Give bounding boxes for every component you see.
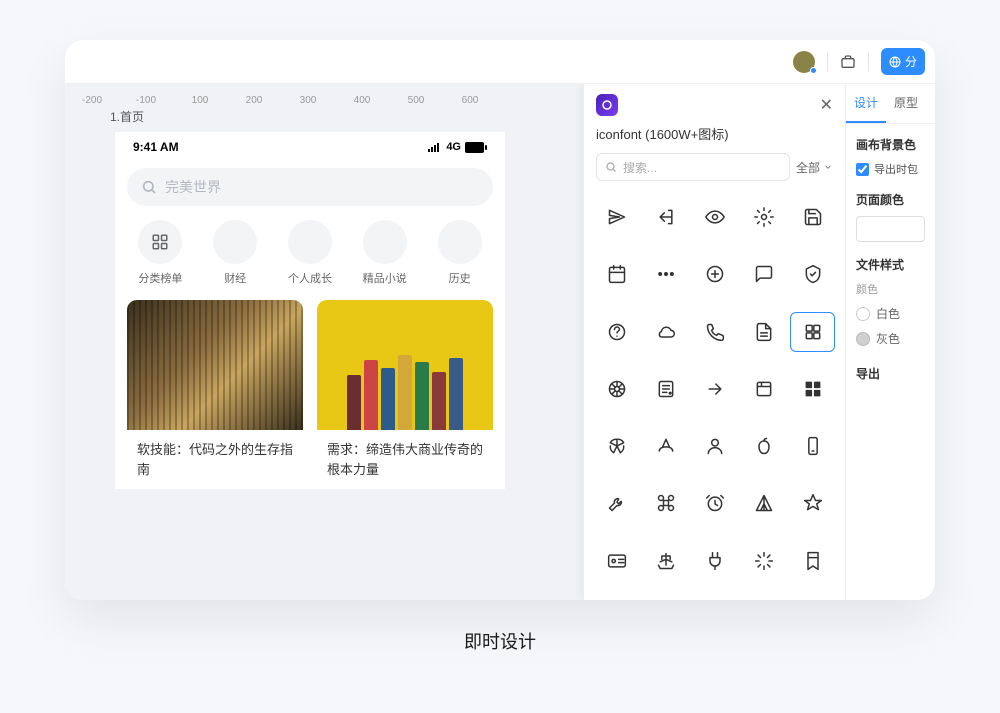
app-window: 分 -200 -100 100 200 300 400 500 600 1.首页… <box>65 40 935 600</box>
exit-icon[interactable] <box>643 197 688 237</box>
save-icon[interactable] <box>790 197 835 237</box>
plus-circle-icon[interactable] <box>692 254 737 294</box>
tab-prototype[interactable]: 原型 <box>886 84 926 123</box>
star-icon[interactable] <box>790 483 835 523</box>
canvas[interactable]: -200 -100 100 200 300 400 500 600 1.首页 9… <box>65 84 845 600</box>
ship-icon[interactable] <box>643 541 688 581</box>
more-icon[interactable] <box>643 254 688 294</box>
book-card[interactable]: 需求：缔造伟大商业传奇的根本力量 <box>317 300 493 489</box>
loading-icon[interactable] <box>741 541 786 581</box>
battery-icon <box>465 142 487 153</box>
briefcase-icon[interactable] <box>840 54 856 70</box>
drone-icon[interactable] <box>643 483 688 523</box>
footer-label: 即时设计 <box>464 628 536 654</box>
time-label: 9:41 AM <box>133 140 179 154</box>
box-icon[interactable] <box>741 369 786 409</box>
plugin-icon <box>596 94 618 116</box>
radio-grey[interactable]: 灰色 <box>856 330 925 347</box>
category-item[interactable]: 历史 <box>438 220 482 286</box>
tab-design[interactable]: 设计 <box>846 84 886 123</box>
share-label: 分 <box>905 53 917 70</box>
canvas-bg-title: 画布背景色 <box>856 136 925 153</box>
icon-search-input[interactable]: 搜索... <box>596 153 790 181</box>
color-label: 颜色 <box>856 281 925 297</box>
alarm-icon[interactable] <box>692 483 737 523</box>
cloud-icon[interactable] <box>643 312 688 352</box>
bookmark-icon[interactable] <box>790 541 835 581</box>
book-cover <box>317 300 493 430</box>
book-card[interactable]: 软技能：代码之外的生存指南 <box>127 300 303 489</box>
plug-icon[interactable] <box>692 541 737 581</box>
file-style-title: 文件样式 <box>856 256 925 273</box>
panel-title: iconfont (1600W+图标) <box>584 124 845 153</box>
iconfont-panel: ✕ iconfont (1600W+图标) 搜索... 全部 <box>583 84 845 600</box>
signal-icon <box>428 142 442 152</box>
workspace: -200 -100 100 200 300 400 500 600 1.首页 9… <box>65 84 935 600</box>
document-icon[interactable] <box>741 312 786 352</box>
status-right: 4G <box>428 141 487 153</box>
page-color-title: 页面颜色 <box>856 191 925 208</box>
wrench-icon[interactable] <box>594 483 639 523</box>
calendar-icon[interactable] <box>594 254 639 294</box>
arrow-right-icon[interactable] <box>692 369 737 409</box>
category-item[interactable]: 个人成长 <box>288 220 332 286</box>
search-icon <box>141 179 157 195</box>
chevron-down-icon <box>823 162 833 172</box>
inspector-body: 画布背景色 导出时包 页面颜色 文件样式 颜色 白色 灰色 导出 <box>846 124 935 402</box>
book-title: 需求：缔造伟大商业传奇的根本力量 <box>317 430 493 489</box>
id-card-icon[interactable] <box>594 541 639 581</box>
category-item[interactable]: 分类榜单 <box>138 220 182 286</box>
inspector-panel: 设计 原型 画布背景色 导出时包 页面颜色 文件样式 颜色 白色 灰色 导出 <box>845 84 935 600</box>
presence-dot <box>810 67 817 74</box>
category-row: 分类榜单 财经 个人成长 精品小说 历史 <box>115 220 505 300</box>
phone-mockup[interactable]: 9:41 AM 4G 完美世界 分类榜 <box>115 132 505 489</box>
eye-icon[interactable] <box>692 197 737 237</box>
apple-icon[interactable] <box>741 426 786 466</box>
gear-icon[interactable] <box>741 197 786 237</box>
category-item[interactable]: 财经 <box>213 220 257 286</box>
grid-solid-icon[interactable] <box>790 369 835 409</box>
filter-dropdown[interactable]: 全部 <box>796 159 833 176</box>
mobile-icon[interactable] <box>790 426 835 466</box>
book-cover <box>127 300 303 430</box>
hat-icon[interactable] <box>643 426 688 466</box>
book-title: 软技能：代码之外的生存指南 <box>127 430 303 489</box>
user-icon[interactable] <box>692 426 737 466</box>
export-title: 导出 <box>856 365 925 382</box>
divider <box>868 53 869 71</box>
tent-icon[interactable] <box>741 483 786 523</box>
panel-search-row: 搜索... 全部 <box>584 153 845 191</box>
network-label: 4G <box>446 141 461 153</box>
close-icon[interactable]: ✕ <box>820 95 833 115</box>
color-swatch[interactable] <box>856 216 925 242</box>
note-icon[interactable] <box>643 369 688 409</box>
search-placeholder: 完美世界 <box>165 177 221 197</box>
category-item[interactable]: 精品小说 <box>363 220 407 286</box>
share-button[interactable]: 分 <box>881 48 925 75</box>
topbar: 分 <box>65 40 935 84</box>
export-include-checkbox[interactable]: 导出时包 <box>856 161 925 177</box>
grid-icon[interactable] <box>790 312 835 352</box>
grid-icon <box>138 220 182 264</box>
shield-icon[interactable] <box>790 254 835 294</box>
wheel-icon[interactable] <box>594 369 639 409</box>
search-input[interactable]: 完美世界 <box>127 168 493 206</box>
send-icon[interactable] <box>594 197 639 237</box>
status-bar: 9:41 AM 4G <box>115 132 505 160</box>
book-cards: 软技能：代码之外的生存指南 需求：缔造伟大商业传奇的根本力量 <box>115 300 505 489</box>
phone-icon[interactable] <box>692 312 737 352</box>
divider <box>827 53 828 71</box>
radio-white[interactable]: 白色 <box>856 305 925 322</box>
icon-grid <box>584 191 845 600</box>
inspector-tabs: 设计 原型 <box>846 84 935 124</box>
search-icon <box>605 161 617 173</box>
panel-header: ✕ <box>584 84 845 124</box>
chat-icon[interactable] <box>741 254 786 294</box>
help-icon[interactable] <box>594 312 639 352</box>
avatar[interactable] <box>793 51 815 73</box>
fan-icon[interactable] <box>594 426 639 466</box>
